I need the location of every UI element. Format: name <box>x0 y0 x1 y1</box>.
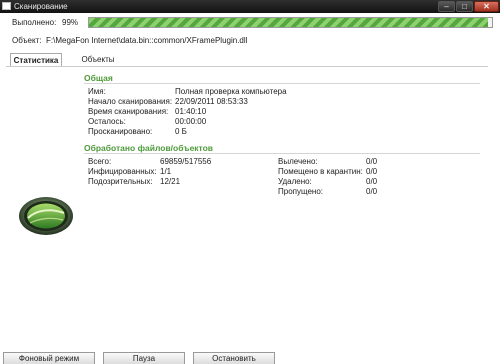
minimize-button[interactable]: – <box>438 1 455 12</box>
processed-label-skipped: Пропущено: <box>278 187 324 196</box>
scan-window-body: Выполнено: 99% Объект: F:\MegaFon Intern… <box>0 13 500 364</box>
processed-value-quarantined: 0/0 <box>366 167 378 176</box>
general-label-name: Имя: <box>88 87 106 96</box>
app-window-icon <box>2 2 11 10</box>
background-mode-button[interactable]: Фоновый режим <box>3 352 95 364</box>
processed-label-quarantined: Помещено в карантин: <box>278 167 363 176</box>
processed-value-skipped: 0/0 <box>366 187 378 196</box>
general-value-duration: 01:40:10 <box>175 107 207 116</box>
processed-label-cured: Вылечено: <box>278 157 318 166</box>
progress-label: Выполнено: <box>12 18 57 27</box>
progress-row: Выполнено: 99% <box>12 17 498 31</box>
tab-objects[interactable]: Объекты <box>70 53 126 67</box>
maximize-button[interactable]: □ <box>456 1 473 12</box>
processed-value-total: 69859/517556 <box>160 157 212 166</box>
progress-percent: 99% <box>62 18 79 27</box>
general-value-remaining: 00:00:00 <box>175 117 207 126</box>
processed-label-total: Всего: <box>88 157 112 166</box>
stop-button[interactable]: Остановить <box>193 352 275 364</box>
pause-button[interactable]: Пауза <box>103 352 185 364</box>
progress-bar-fill <box>89 18 488 27</box>
object-label: Объект: <box>12 36 42 45</box>
object-path: F:\MegaFon Internet\data.bin::common/XFr… <box>46 36 248 45</box>
general-section-divider <box>84 83 480 84</box>
window-title: Сканирование <box>14 2 68 11</box>
processed-value-deleted: 0/0 <box>366 177 378 186</box>
progress-bar <box>88 17 493 28</box>
processed-value-suspicious: 12/21 <box>160 177 181 186</box>
processed-value-infected: 1/1 <box>160 167 172 176</box>
general-value-name: Полная проверка компьютера <box>175 87 287 96</box>
processed-section-title: Обработано файлов/объектов <box>84 143 214 153</box>
general-label-duration: Время сканирования: <box>88 107 169 116</box>
statistics-panel: Общая Имя: Полная проверка компьютера На… <box>0 67 500 347</box>
close-button[interactable]: ✕ <box>474 1 499 12</box>
general-value-start: 22/09/2011 08:53:33 <box>175 97 248 106</box>
general-section-title: Общая <box>84 73 113 83</box>
general-label-scanned: Просканировано: <box>88 127 153 136</box>
tab-statistics[interactable]: Статистика <box>10 53 62 67</box>
general-label-start: Начало сканирования: <box>88 97 173 106</box>
title-bar: Сканирование – □ ✕ <box>0 0 500 13</box>
processed-label-infected: Инфицированных: <box>88 167 157 176</box>
processed-label-suspicious: Подозрительных: <box>88 177 153 186</box>
processed-label-deleted: Удалено: <box>278 177 312 186</box>
processed-section-divider <box>84 153 480 154</box>
green-globe-emblem-icon <box>19 197 73 235</box>
general-label-remaining: Осталось: <box>88 117 126 126</box>
processed-value-cured: 0/0 <box>366 157 378 166</box>
general-value-scanned: 0 Б <box>175 127 187 136</box>
